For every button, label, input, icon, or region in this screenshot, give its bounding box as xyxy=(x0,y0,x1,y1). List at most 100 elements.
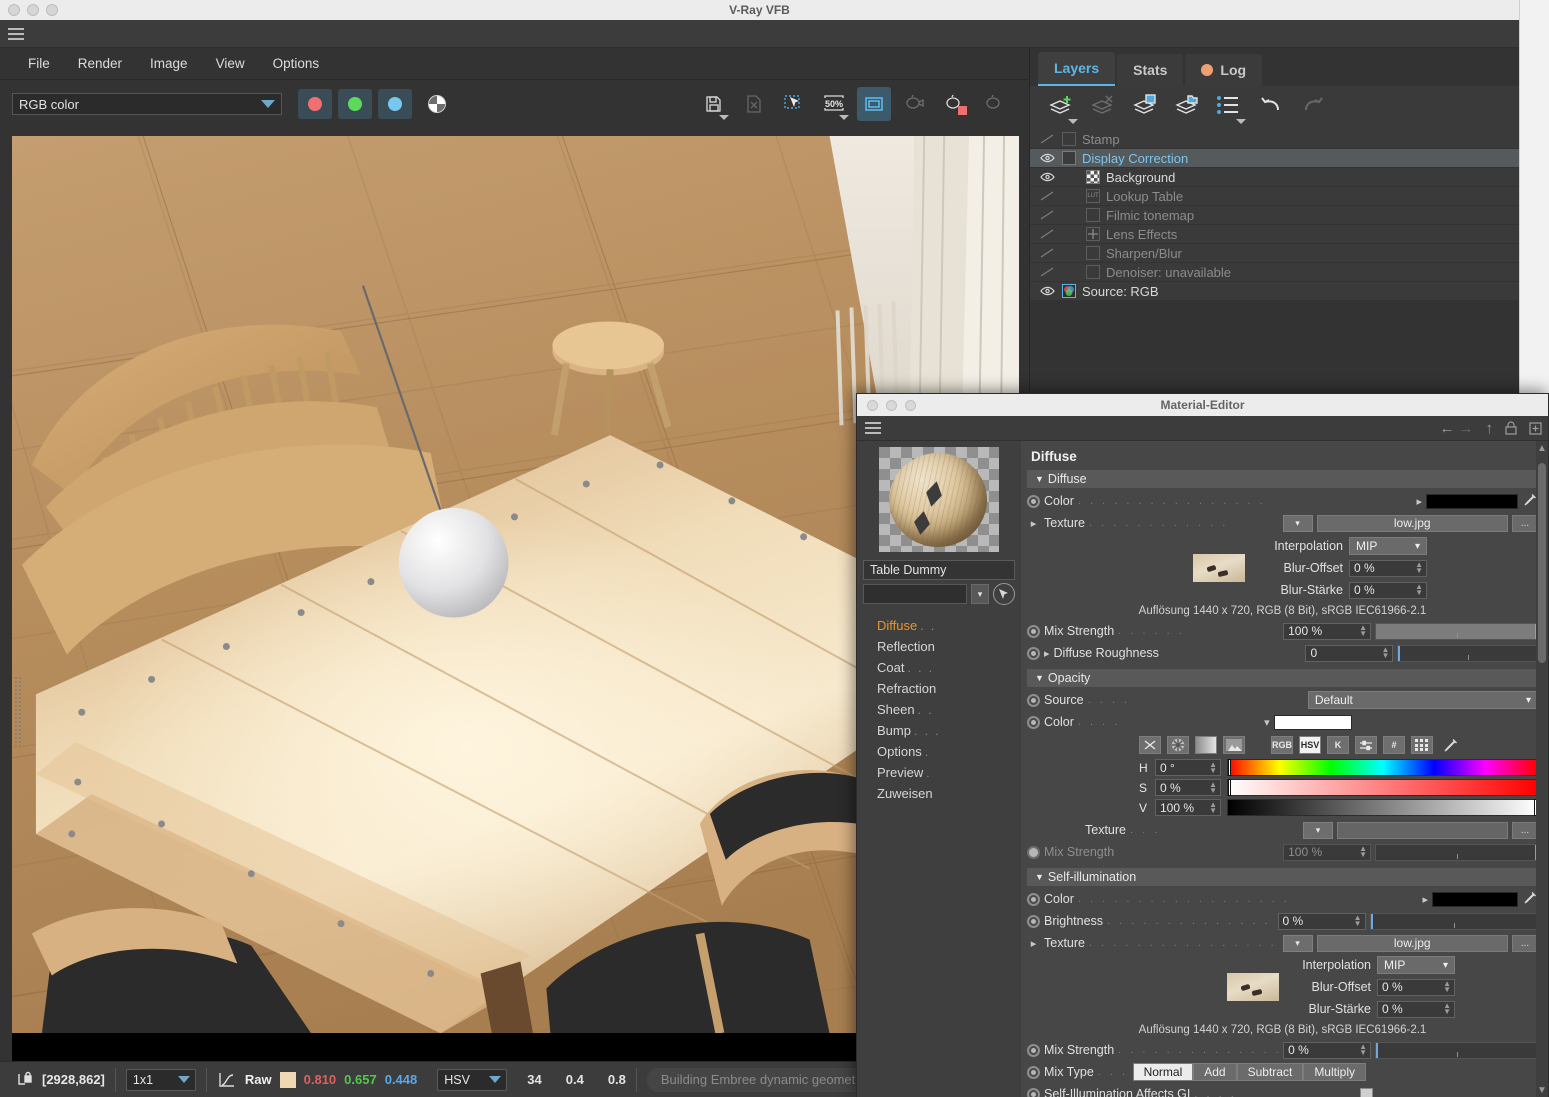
mix-type-add-button[interactable]: Add xyxy=(1193,1063,1237,1081)
lock-icon[interactable] xyxy=(1505,421,1517,435)
curve-icon[interactable] xyxy=(217,1071,237,1089)
mix-type-subtract-button[interactable]: Subtract xyxy=(1236,1063,1304,1081)
stepper-icon[interactable]: ▲ ▼ xyxy=(1382,646,1390,660)
nav-item-diffuse[interactable]: Diffuse . . xyxy=(877,615,1015,636)
visibility-toggle[interactable] xyxy=(1038,248,1056,258)
material-search-input[interactable] xyxy=(863,584,967,604)
visibility-toggle[interactable] xyxy=(1038,286,1056,296)
layer-row-stamp[interactable]: Stamp xyxy=(1030,130,1519,149)
visibility-toggle[interactable] xyxy=(1038,229,1056,239)
material-preview[interactable] xyxy=(879,447,999,552)
section-header-opacity[interactable]: ▼ Opacity xyxy=(1027,669,1538,687)
color-mode-select[interactable]: HSV xyxy=(437,1068,508,1091)
material-dropdown-button[interactable]: ▾ xyxy=(971,584,989,604)
color-image-icon[interactable] xyxy=(1223,736,1245,754)
layer-list-button[interactable] xyxy=(1216,94,1246,124)
self-illum-brightness-slider[interactable] xyxy=(1369,912,1538,930)
tab-log[interactable]: Log xyxy=(1185,54,1263,86)
chevron-down-icon[interactable]: ▾ xyxy=(1264,716,1270,729)
self-illum-blur-strength-field[interactable]: 0 % ▲ ▼ xyxy=(1377,1000,1455,1018)
color-mode-kelvin-button[interactable]: K xyxy=(1327,736,1349,754)
nav-item-refraction[interactable]: Refraction xyxy=(877,678,1015,699)
animate-toggle[interactable] xyxy=(1027,715,1040,729)
up-arrow-icon[interactable]: ↑ xyxy=(1486,420,1494,437)
menu-options[interactable]: Options xyxy=(261,52,332,75)
color-gradient-icon[interactable] xyxy=(1195,736,1217,754)
mix-type-normal-button[interactable]: Normal xyxy=(1132,1063,1194,1081)
copy-image-button[interactable] xyxy=(737,87,771,121)
animate-toggle[interactable] xyxy=(1027,1043,1040,1057)
stepper-icon[interactable]: ▲ ▼ xyxy=(1359,1043,1367,1057)
animate-toggle[interactable] xyxy=(1027,646,1040,660)
chevron-right-icon[interactable]: ▸ xyxy=(1416,495,1422,508)
channel-select[interactable]: RGB color xyxy=(12,93,282,115)
mix-type-multiply-button[interactable]: Multiply xyxy=(1303,1063,1366,1081)
affects-gi-checkbox[interactable] xyxy=(1359,1087,1373,1097)
green-channel-button[interactable] xyxy=(338,89,372,119)
diffuse-texture-browse-button[interactable]: ... xyxy=(1512,514,1538,532)
stepper-icon[interactable]: ▲ ▼ xyxy=(1209,760,1217,774)
save-image-button[interactable] xyxy=(697,87,731,121)
diffuse-mix-strength-slider[interactable] xyxy=(1375,622,1539,640)
properties-scrollbar[interactable]: ▲ ▼ xyxy=(1536,441,1548,1097)
undo-button[interactable] xyxy=(1258,94,1288,122)
pick-material-button[interactable] xyxy=(993,583,1015,605)
saturation-field[interactable]: 0 % ▲ ▼ xyxy=(1155,779,1221,796)
nav-item-zuweisen[interactable]: Zuweisen xyxy=(877,783,1015,804)
opacity-color-swatch[interactable] xyxy=(1273,714,1352,730)
lock-pixel-icon[interactable] xyxy=(16,1071,34,1089)
stepper-icon[interactable]: ▲ ▼ xyxy=(1354,914,1362,928)
render-stop-button[interactable] xyxy=(937,87,971,121)
diffuse-texture-field[interactable]: low.jpg xyxy=(1316,514,1508,532)
self-illum-brightness-field[interactable]: 0 % ▲ ▼ xyxy=(1277,912,1366,930)
red-channel-button[interactable] xyxy=(298,89,332,119)
animate-toggle[interactable] xyxy=(1027,624,1040,638)
layer-row-sharpen-blur[interactable]: Sharpen/Blur xyxy=(1030,244,1519,263)
visibility-toggle[interactable] xyxy=(1038,134,1056,144)
stepper-icon[interactable]: ▲ ▼ xyxy=(1443,1002,1451,1016)
menu-file[interactable]: File xyxy=(16,52,62,75)
hue-slider[interactable] xyxy=(1227,759,1538,776)
diffuse-interpolation-select[interactable]: MIP ▾ xyxy=(1349,537,1427,555)
layer-row-source-rgb[interactable]: Source: RGB xyxy=(1030,282,1519,301)
color-mode-rgb-button[interactable]: RGB xyxy=(1271,736,1293,754)
self-illum-interpolation-select[interactable]: MIP ▾ xyxy=(1377,956,1455,974)
self-illum-blur-offset-field[interactable]: 0 % ▲ ▼ xyxy=(1377,978,1455,996)
fit-image-button[interactable] xyxy=(857,87,891,121)
nav-item-reflection[interactable]: Reflection xyxy=(877,636,1015,657)
nav-item-coat[interactable]: Coat . . . xyxy=(877,657,1015,678)
zoom-ratio-select[interactable]: 1x1 xyxy=(125,1068,196,1091)
menu-render[interactable]: Render xyxy=(66,52,134,75)
stepper-icon[interactable]: ▲ ▼ xyxy=(1209,780,1217,794)
hue-field[interactable]: 0 ° ▲ ▼ xyxy=(1155,759,1221,776)
section-header-diffuse[interactable]: ▼ Diffuse xyxy=(1027,470,1538,488)
value-slider[interactable] xyxy=(1227,799,1538,816)
color-swatches-icon[interactable] xyxy=(1411,736,1433,754)
visibility-toggle[interactable] xyxy=(1038,210,1056,220)
self-illum-texture-type-dropdown[interactable]: ▾ xyxy=(1282,934,1313,952)
delete-layer-button[interactable] xyxy=(1090,94,1120,122)
visibility-toggle[interactable] xyxy=(1038,172,1056,182)
add-layer-button[interactable] xyxy=(1048,94,1078,124)
chevron-right-icon[interactable]: ▸ xyxy=(1027,937,1040,950)
opacity-texture-browse-button[interactable]: ... xyxy=(1512,821,1538,839)
diffuse-blur-offset-field[interactable]: 0 % ▲ ▼ xyxy=(1349,559,1427,577)
load-layers-button[interactable] xyxy=(1174,94,1204,122)
chevron-right-icon[interactable]: ▸ xyxy=(1044,647,1050,660)
color-hex-button[interactable]: # xyxy=(1383,736,1405,754)
region-render-button[interactable] xyxy=(777,87,811,121)
scroll-down-icon[interactable]: ▼ xyxy=(1536,1085,1548,1096)
diffuse-blur-strength-field[interactable]: 0 % ▲ ▼ xyxy=(1349,581,1427,599)
layer-row-lookup-table[interactable]: LUT Lookup Table xyxy=(1030,187,1519,206)
opacity-source-select[interactable]: Default ▾ xyxy=(1307,691,1539,709)
render-last-button[interactable] xyxy=(897,87,931,121)
diffuse-mix-strength-field[interactable]: 100 % ▲ ▼ xyxy=(1283,622,1372,640)
blue-channel-button[interactable] xyxy=(378,89,412,119)
tab-layers[interactable]: Layers xyxy=(1038,52,1116,86)
stepper-icon[interactable]: ▲ ▼ xyxy=(1415,583,1423,597)
section-header-self-illumination[interactable]: ▼ Self-illumination xyxy=(1027,868,1538,886)
layer-row-display-correction[interactable]: Display Correction xyxy=(1030,149,1519,168)
nav-item-preview[interactable]: Preview . xyxy=(877,762,1015,783)
animate-toggle[interactable] xyxy=(1027,494,1040,508)
alpha-channel-icon[interactable] xyxy=(428,95,446,113)
